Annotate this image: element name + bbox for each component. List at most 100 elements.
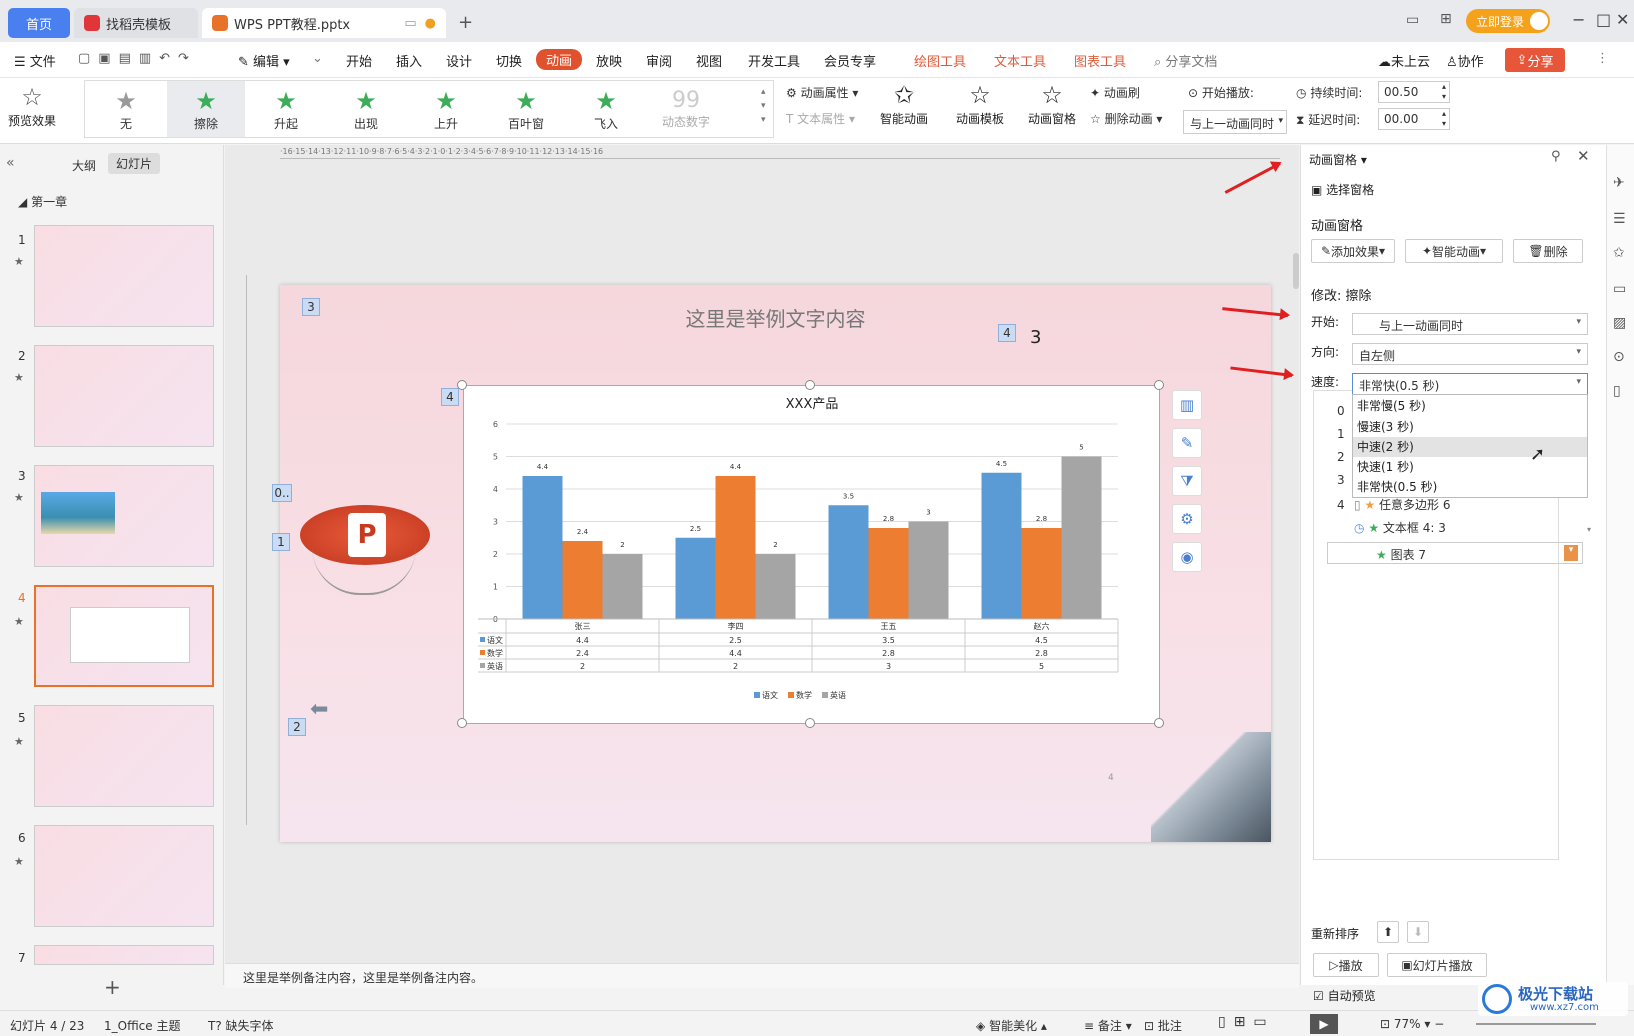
cloud-status[interactable]: ☁未上云	[1378, 51, 1430, 70]
anim-badge[interactable]: 4	[441, 388, 459, 406]
select-pane-link[interactable]: ▣ 选择窗格	[1311, 181, 1374, 198]
direction-select[interactable]: 自左侧 ▾	[1352, 343, 1588, 365]
arc-shape[interactable]	[312, 547, 416, 595]
slides-tab[interactable]: 幻灯片	[108, 153, 161, 174]
theme-name[interactable]: 1_Office 主题	[104, 1017, 180, 1034]
menu-member[interactable]: 会员专享	[824, 51, 876, 70]
resize-handle[interactable]	[1154, 718, 1164, 728]
play-button[interactable]: ▷ 播放	[1313, 953, 1379, 977]
chart-settings-icon[interactable]: ⚙	[1172, 504, 1202, 534]
new-tab-icon[interactable]: +	[458, 12, 473, 33]
speed-option[interactable]: 慢速(3 秒)	[1357, 417, 1414, 437]
resize-handle[interactable]	[457, 718, 467, 728]
scroll-arrow-icon[interactable]: ▾	[1587, 525, 1593, 534]
login-button[interactable]: 立即登录	[1466, 9, 1550, 33]
beautify-button[interactable]: ◈ 智能美化 ▴	[976, 1017, 1047, 1034]
anim-list-item[interactable]: ▯ ★ 任意多边形 6	[1354, 496, 1584, 516]
delete-button[interactable]: 🗑 删除	[1513, 239, 1583, 263]
menu-developer[interactable]: 开发工具	[748, 51, 800, 70]
item-dropdown-icon[interactable]: ▾	[1564, 545, 1578, 561]
tab-document[interactable]: WPS PPT教程.pptx ▭ ●	[202, 8, 446, 38]
effect-wipe[interactable]: ★ 擦除	[167, 81, 245, 137]
spinner-icon[interactable]: ▴ ▾	[1442, 109, 1446, 129]
close-pane-icon[interactable]: ✕	[1577, 147, 1590, 165]
slide-thumbnail[interactable]	[34, 705, 214, 807]
effect-none[interactable]: ★ 无	[87, 81, 165, 137]
more-icon[interactable]: ⌄	[312, 51, 323, 66]
speed-select[interactable]: 非常快(0.5 秒) ▾	[1352, 373, 1588, 395]
resize-handle[interactable]	[1154, 380, 1164, 390]
slide-title[interactable]: 这里是举例文字内容	[280, 303, 1271, 332]
anim-template-button[interactable]: ☆ 动画模板	[956, 80, 1004, 127]
layers-icon[interactable]: ▭	[1613, 281, 1626, 297]
duration-input[interactable]: 00.50 ▴ ▾	[1378, 81, 1450, 103]
menu-review[interactable]: 审阅	[646, 51, 672, 70]
slide-thumbnail[interactable]	[34, 225, 214, 327]
search-share[interactable]: ⌕ 分享文档	[1154, 51, 1217, 70]
anim-badge[interactable]: 0..	[272, 484, 292, 502]
view-mode-icons[interactable]: ▯⊞▭	[1218, 1014, 1275, 1030]
resize-handle[interactable]	[805, 718, 815, 728]
anim-pane-button[interactable]: ☆ 动画窗格	[1028, 80, 1076, 127]
more-options-icon[interactable]: ⋮	[1596, 51, 1609, 66]
text-box-number[interactable]: 3	[1030, 327, 1041, 348]
pane-title[interactable]: 动画窗格 ▾	[1309, 151, 1367, 168]
effect-appear[interactable]: ★ 出现	[327, 81, 405, 137]
slide-thumbnail-selected[interactable]	[34, 585, 214, 687]
effect-ascend[interactable]: ★ 上升	[407, 81, 485, 137]
outline-tab[interactable]: 大纲	[72, 157, 96, 174]
speed-option[interactable]: 快速(1 秒)	[1357, 457, 1414, 477]
slide-thumbnail[interactable]	[34, 825, 214, 927]
menu-file[interactable]: ☰ 文件	[14, 51, 56, 70]
anim-list-item-selected[interactable]: ★ 图表 7 ▾	[1327, 542, 1583, 564]
sliders-icon[interactable]: ☰	[1613, 211, 1626, 227]
animation-star-icon[interactable]: ✩	[1613, 245, 1625, 261]
effect-rise[interactable]: ★ 升起	[247, 81, 325, 137]
gallery-scroll-icon[interactable]: ▴ ▾ ▾	[761, 85, 766, 127]
anim-badge[interactable]: 3	[302, 298, 320, 316]
chapter-heading[interactable]: ◢ 第一章	[18, 193, 67, 210]
zoom-slider[interactable]	[1476, 1023, 1596, 1025]
effect-dynamic-number[interactable]: 99 动态数字	[647, 81, 725, 137]
anim-badge[interactable]: 4	[998, 324, 1016, 342]
chart-object[interactable]: XXX产品01234564.42.42张三2.54.42李四3.52.83王五4…	[463, 385, 1160, 724]
chart-idea-icon[interactable]: ◉	[1172, 542, 1202, 572]
resize-handle[interactable]	[457, 380, 467, 390]
smart-anim-button[interactable]: ✩ 智能动画	[880, 80, 928, 127]
arrow-left-shape[interactable]: ⬅	[310, 697, 328, 722]
autopreview-checkbox[interactable]: ☑ 自动预览	[1313, 987, 1376, 1004]
notes-button[interactable]: ≡ 备注 ▾	[1084, 1017, 1132, 1034]
slide-thumbnail[interactable]	[34, 945, 214, 965]
quick-tools-icon[interactable]: ▢▣▤▥↶↷	[78, 51, 197, 66]
delete-anim-button[interactable]: ☆ 删除动画 ▾	[1090, 110, 1162, 127]
chart-style-brush-icon[interactable]: ✎	[1172, 428, 1202, 458]
speed-option-hovered[interactable]: 中速(2 秒)	[1353, 437, 1587, 457]
slideshow-button[interactable]: ▣ 幻灯片播放	[1387, 953, 1487, 977]
menu-design[interactable]: 设计	[446, 51, 472, 70]
effect-fly-in[interactable]: ★ 飞入	[567, 81, 645, 137]
book-icon[interactable]: ▯	[1613, 383, 1621, 399]
smart-anim-pane-button[interactable]: ✦ 智能动画 ▾	[1405, 239, 1503, 263]
add-slide-icon[interactable]: +	[104, 975, 121, 999]
collab-button[interactable]: ♙协作	[1446, 51, 1484, 70]
start-select[interactable]: 与上一动画同时 ▾	[1352, 313, 1588, 335]
share-button[interactable]: ⇪ 分享	[1505, 48, 1565, 72]
anim-list-item[interactable]: ◷ ★ 文本框 4: 3	[1354, 519, 1584, 539]
minimize-icon[interactable]: −	[1572, 10, 1585, 29]
menu-start[interactable]: 开始	[346, 51, 372, 70]
maximize-icon[interactable]: □	[1596, 10, 1611, 29]
layout-icon[interactable]: ▭	[1406, 12, 1419, 28]
rocket-icon[interactable]: ✈	[1613, 175, 1625, 191]
move-up-icon[interactable]: ⬆	[1377, 921, 1399, 943]
missing-font-button[interactable]: T? 缺失字体	[208, 1017, 274, 1034]
chart-filter-icon[interactable]: ⧩	[1172, 466, 1202, 496]
menu-chart-tools[interactable]: 图表工具	[1074, 51, 1126, 70]
menu-drawing-tools[interactable]: 绘图工具	[914, 51, 966, 70]
location-icon[interactable]: ⊙	[1613, 349, 1625, 365]
anim-property-button[interactable]: ⚙ 动画属性 ▾	[786, 84, 858, 101]
anim-badge[interactable]: 1	[272, 533, 290, 551]
grid-icon[interactable]: ⊞	[1440, 11, 1452, 27]
chart-elements-icon[interactable]: ▥	[1172, 390, 1202, 420]
add-effect-button[interactable]: ✎ 添加效果 ▾	[1311, 239, 1395, 263]
menu-text-tools[interactable]: 文本工具	[994, 51, 1046, 70]
